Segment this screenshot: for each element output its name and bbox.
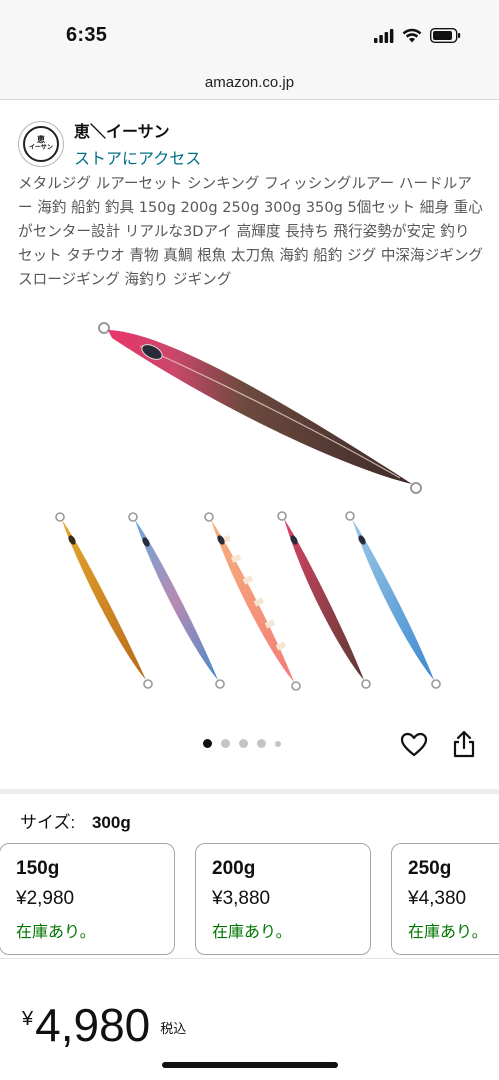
carousel-dot[interactable] xyxy=(203,739,212,748)
share-icon[interactable] xyxy=(450,729,478,759)
image-carousel-dots xyxy=(203,739,281,748)
product-image[interactable] xyxy=(0,312,499,702)
address-bar[interactable]: amazon.co.jp xyxy=(0,70,499,100)
size-option-stock: 在庫あり。 xyxy=(408,924,488,941)
price-currency: ¥ xyxy=(22,1008,34,1030)
home-indicator xyxy=(162,1062,338,1068)
signal-icon xyxy=(374,28,394,43)
tax-label: 税込 xyxy=(160,1021,187,1036)
store-header: 恵 イーサン 恵＼イーサン ストアにアクセス xyxy=(18,118,201,169)
small-jig-blue xyxy=(345,511,441,689)
size-option-card[interactable]: 150g ¥2,980 在庫あり。 xyxy=(0,843,175,955)
status-icons xyxy=(374,28,461,43)
price: ¥ 4,980 税込 xyxy=(22,1000,186,1050)
section-divider xyxy=(0,789,499,794)
carousel-dot[interactable] xyxy=(275,740,281,747)
store-logo[interactable]: 恵 イーサン xyxy=(18,120,64,167)
small-jig-zebra xyxy=(204,512,301,691)
carousel-dot[interactable] xyxy=(239,739,248,748)
size-option-weight: 150g xyxy=(16,858,60,879)
size-option-stock: 在庫あり。 xyxy=(16,924,96,941)
store-name: 恵＼イーサン xyxy=(74,122,170,141)
product-title: メタルジグ ルアーセット シンキング フィッシングルアー ハードルアー 海釣 船… xyxy=(18,175,483,288)
store-logo-text-bottom: イーサン xyxy=(29,143,53,151)
status-time: 6:35 xyxy=(66,24,108,46)
size-option-weight: 250g xyxy=(408,858,452,879)
size-option-price: ¥2,980 xyxy=(16,888,75,909)
wifi-icon xyxy=(402,28,422,43)
size-selection-row: サイズ: 300g xyxy=(20,808,131,833)
carousel-dot[interactable] xyxy=(221,739,230,748)
size-option-price: ¥3,880 xyxy=(212,888,271,909)
small-jig-pink-blue xyxy=(128,512,225,689)
battery-icon xyxy=(430,28,461,43)
size-option-weight: 200g xyxy=(212,858,256,879)
carousel-dot[interactable] xyxy=(257,739,266,748)
size-option-stock: 在庫あり。 xyxy=(212,924,292,941)
store-access-link[interactable]: ストアにアクセス xyxy=(74,145,201,169)
size-option-price: ¥4,380 xyxy=(408,888,467,909)
size-option-card[interactable]: 200g ¥3,880 在庫あり。 xyxy=(195,843,371,955)
status-bar: 6:35 xyxy=(0,0,499,70)
small-jig-gold xyxy=(55,512,153,689)
price-amount: 4,980 xyxy=(35,999,151,1051)
large-jig xyxy=(98,322,422,494)
size-label: サイズ: xyxy=(20,813,76,832)
size-selected-value: 300g xyxy=(91,813,131,832)
size-option-card[interactable]: 250g ¥4,380 在庫あり。 xyxy=(391,843,499,955)
small-jig-red-brown xyxy=(277,511,371,689)
heart-icon[interactable] xyxy=(400,731,428,759)
